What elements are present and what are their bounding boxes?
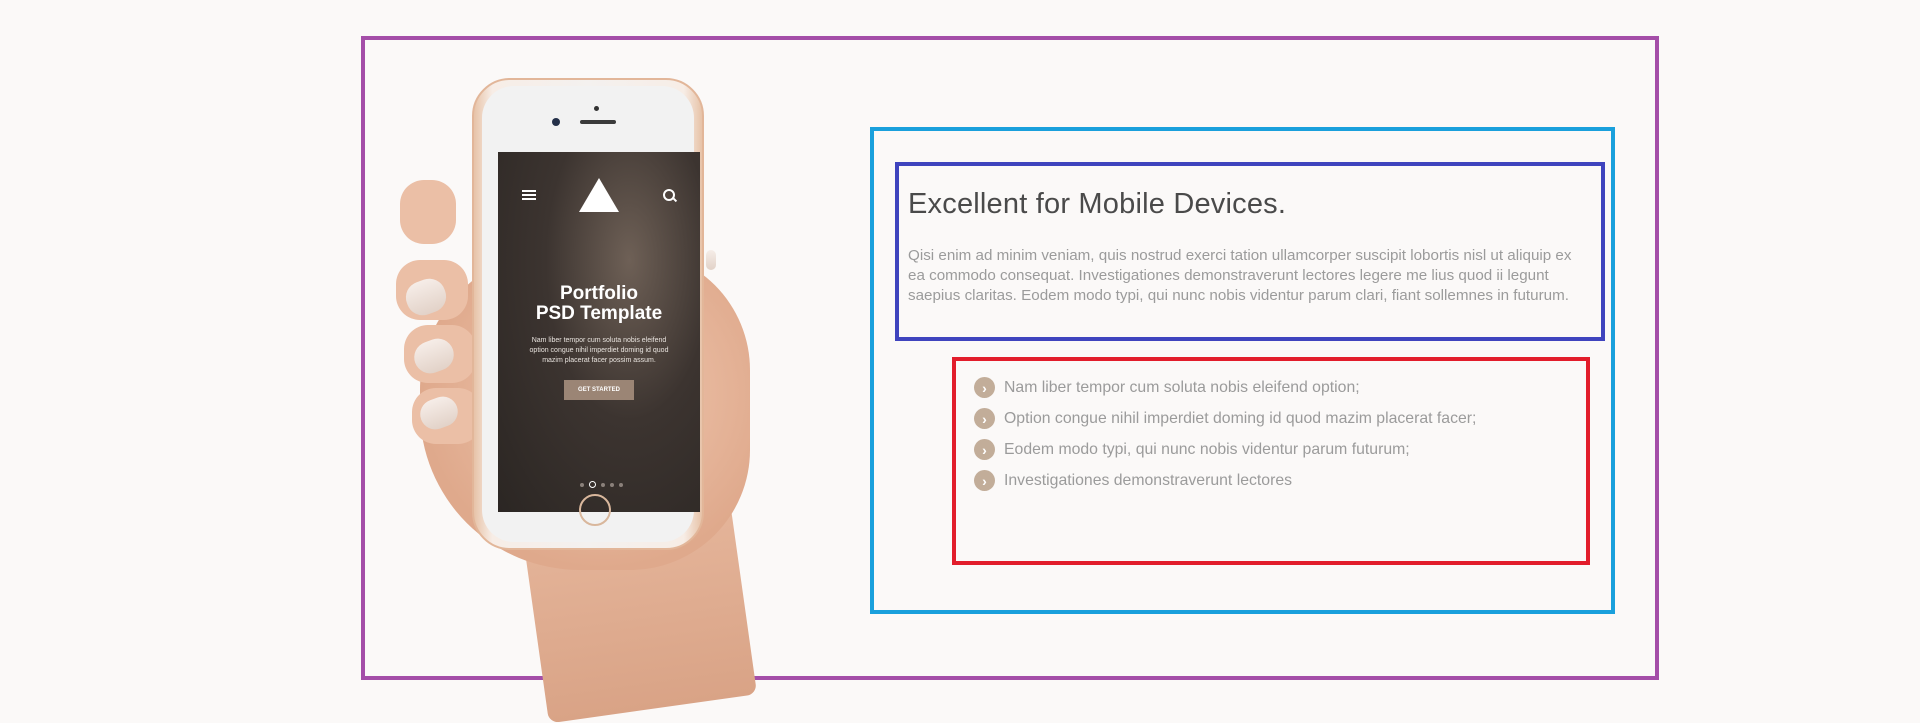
phone-device: Portfolio PSD Template Nam liber tempor … <box>472 78 704 550</box>
speaker-grille <box>580 120 616 124</box>
section-heading: Excellent for Mobile Devices. <box>908 188 1287 220</box>
thumb <box>400 180 456 244</box>
phone-bezel: Portfolio PSD Template Nam liber tempor … <box>482 86 700 542</box>
screen-title: Portfolio PSD Template <box>498 284 700 324</box>
carousel-dots <box>580 481 623 488</box>
list-item: › Investigationes demonstraverunt lector… <box>974 465 1476 496</box>
sensor-dot <box>594 106 599 111</box>
carousel-dot[interactable] <box>601 482 605 487</box>
feature-text: Nam liber tempor cum soluta nobis eleife… <box>1004 378 1360 396</box>
list-item: › Nam liber tempor cum soluta nobis elei… <box>974 372 1476 403</box>
fingernail <box>706 250 716 270</box>
carousel-dot[interactable] <box>610 482 614 487</box>
feature-list: › Nam liber tempor cum soluta nobis elei… <box>974 372 1476 496</box>
screen-title-line-2: PSD Template <box>535 303 663 324</box>
feature-text: Eodem modo typi, qui nunc nobis videntur… <box>1004 440 1410 458</box>
screen-description: Nam liber tempor cum soluta nobis eleife… <box>529 337 669 364</box>
camera-icon <box>552 118 560 126</box>
chevron-right-icon: › <box>974 439 995 460</box>
carousel-dot-active[interactable] <box>589 481 596 488</box>
get-started-button[interactable]: GET STARTED <box>564 380 634 400</box>
home-button <box>579 494 611 526</box>
feature-text: Investigationes demonstraverunt lectores <box>1004 471 1293 489</box>
hamburger-menu-icon[interactable] <box>522 190 536 200</box>
phone-in-hand-illustration: Portfolio PSD Template Nam liber tempor … <box>396 70 850 723</box>
section-lead-text: Qisi enim ad minim veniam, quis nostrud … <box>908 247 1572 304</box>
list-item: › Option congue nihil imperdiet doming i… <box>974 403 1476 434</box>
feature-text: Option congue nihil imperdiet doming id … <box>1004 409 1477 427</box>
triangle-logo-icon <box>579 178 619 212</box>
chevron-right-icon: › <box>974 408 995 429</box>
chevron-right-icon: › <box>974 377 995 398</box>
carousel-dot[interactable] <box>619 482 623 487</box>
phone-screen: Portfolio PSD Template Nam liber tempor … <box>498 152 700 512</box>
chevron-right-icon: › <box>974 470 995 491</box>
list-item: › Eodem modo typi, qui nunc nobis vident… <box>974 434 1476 465</box>
carousel-dot[interactable] <box>580 482 584 487</box>
screen-title-line-1: Portfolio <box>559 283 639 304</box>
search-icon[interactable] <box>663 189 675 201</box>
